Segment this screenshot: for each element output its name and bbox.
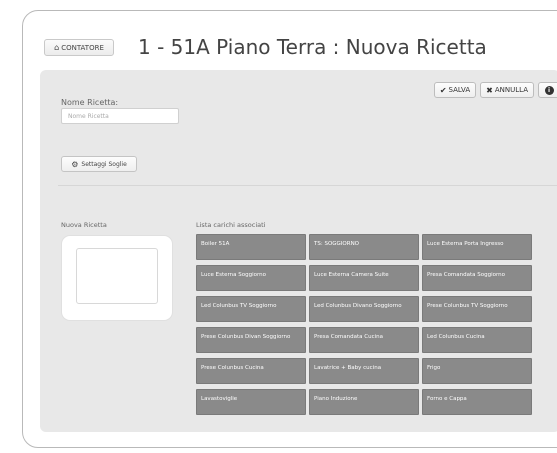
load-tile[interactable]: Prese Colunbus Cucina: [196, 358, 306, 384]
load-tile[interactable]: TS: SOGGIORNO: [309, 234, 419, 260]
recipe-name-label: Nome Ricetta:: [61, 98, 119, 107]
toolbar: ✔ SALVA ✖ ANNULLA i: [433, 82, 557, 98]
gear-icon: ⚙: [71, 159, 79, 169]
recipe-panel: ✔ SALVA ✖ ANNULLA i Nome Ricetta: ⚙ Sett…: [40, 70, 557, 432]
contatore-button-label: CONTATORE: [61, 43, 104, 52]
divider: [58, 185, 557, 186]
load-tile[interactable]: Presa Comandata Cucina: [309, 327, 419, 353]
load-tile[interactable]: Forno e Cappa: [422, 389, 532, 415]
load-tile[interactable]: Piano Induzione: [309, 389, 419, 415]
load-tile[interactable]: Led Colunbus TV Soggiorno: [196, 296, 306, 322]
recipe-preview: [62, 236, 172, 320]
load-tile[interactable]: Prese Colunbus Divan Soggiorno: [196, 327, 306, 353]
load-tile[interactable]: Prese Colunbus TV Soggiorno: [422, 296, 532, 322]
recipe-name-input[interactable]: [61, 108, 179, 124]
load-tile[interactable]: Luce Esterna Soggiorno: [196, 265, 306, 291]
x-icon: ✖: [486, 85, 493, 95]
contatore-button[interactable]: ⌂ CONTATORE: [44, 39, 114, 56]
load-tile[interactable]: Led Colunbus Divano Soggiorno: [309, 296, 419, 322]
recipe-preview-label: Nuova Ricetta: [61, 221, 107, 229]
check-icon: ✔: [439, 85, 447, 95]
cancel-button-label: ANNULLA: [494, 86, 528, 94]
load-tile[interactable]: Luce Esterna Camera Suite: [309, 265, 419, 291]
loads-grid: Boiler 51A TS: SOGGIORNO Luce Esterna Po…: [196, 234, 532, 415]
thresholds-settings-label: Settaggi Soglie: [81, 160, 127, 168]
save-button-label: SALVA: [448, 86, 471, 94]
load-tile[interactable]: Lavastoviglie: [196, 389, 306, 415]
thresholds-settings-button[interactable]: ⚙ Settaggi Soglie: [61, 156, 137, 172]
save-button[interactable]: ✔ SALVA: [433, 82, 477, 98]
info-icon: i: [544, 85, 554, 95]
home-icon: ⌂: [54, 43, 60, 52]
load-tile[interactable]: Presa Comandata Soggiorno: [422, 265, 532, 291]
load-tile[interactable]: Luce Esterna Porta Ingresso: [422, 234, 532, 260]
load-tile[interactable]: Boiler 51A: [196, 234, 306, 260]
cancel-button[interactable]: ✖ ANNULLA: [480, 82, 534, 98]
recipe-preview-drop-area[interactable]: [76, 248, 158, 304]
loads-list-label: Lista carichi associati: [196, 221, 266, 229]
load-tile[interactable]: Lavatrice + Baby cucina: [309, 358, 419, 384]
info-button[interactable]: i: [538, 82, 557, 98]
load-tile[interactable]: Led Colunbus Cucina: [422, 327, 532, 353]
load-tile[interactable]: Frigo: [422, 358, 532, 384]
page-title: 1 - 51A Piano Terra : Nuova Ricetta: [138, 35, 487, 59]
